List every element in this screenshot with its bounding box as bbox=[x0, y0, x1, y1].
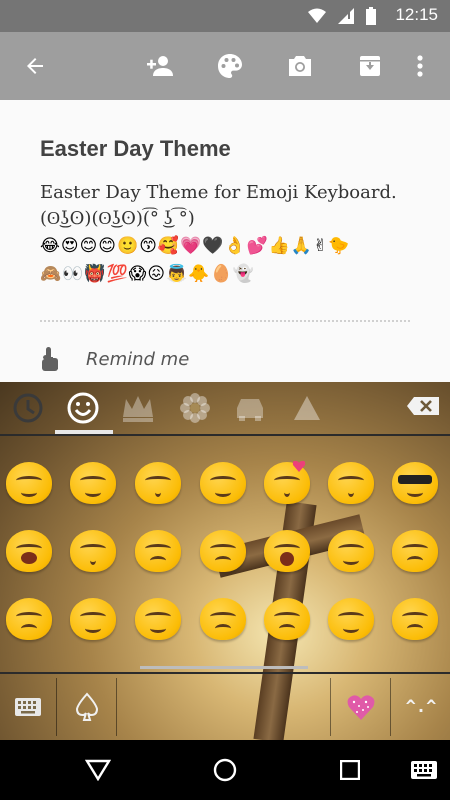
emoticon-toggle-button[interactable]: ^.^ bbox=[392, 678, 450, 736]
touch-hand-icon bbox=[42, 347, 58, 371]
emoji-screaming[interactable] bbox=[264, 530, 312, 574]
emoji-pouting[interactable] bbox=[200, 598, 248, 642]
add-person-icon[interactable] bbox=[140, 46, 180, 86]
status-bar: 12:15 bbox=[0, 0, 450, 32]
smiley-icon[interactable] bbox=[63, 390, 103, 426]
emoji-bowing[interactable] bbox=[392, 598, 440, 642]
camera-icon[interactable] bbox=[280, 46, 320, 86]
car-icon[interactable] bbox=[230, 390, 270, 426]
wifi-icon bbox=[308, 8, 326, 23]
status-icons bbox=[308, 7, 376, 25]
signal-icon bbox=[338, 8, 354, 24]
emoji-persevering[interactable] bbox=[6, 598, 54, 642]
emoji-raised-hand[interactable] bbox=[70, 598, 118, 642]
emoji-squint-laugh[interactable] bbox=[6, 462, 54, 506]
space-bar[interactable] bbox=[118, 678, 331, 736]
remind-me-button[interactable]: Remind me bbox=[40, 340, 189, 378]
page-scroll-indicator bbox=[140, 666, 308, 669]
keyboard-bottom-row: ^.^ bbox=[0, 672, 450, 740]
emoji-kissing-heart[interactable] bbox=[264, 460, 312, 506]
description-text: Easter Day Theme for Emoji Keyboard. bbox=[40, 182, 397, 203]
flower-icon[interactable] bbox=[175, 390, 215, 426]
backspace-icon[interactable] bbox=[406, 396, 440, 420]
emoji-sweat[interactable] bbox=[392, 530, 440, 574]
battery-icon bbox=[366, 7, 376, 25]
recent-clock-icon[interactable] bbox=[8, 390, 48, 426]
emoji-crying-open-mouth[interactable] bbox=[6, 530, 54, 574]
emoji-sunglasses[interactable] bbox=[392, 462, 440, 506]
palette-icon[interactable] bbox=[210, 46, 250, 86]
post-title: Easter Day Theme bbox=[40, 136, 231, 161]
home-nav-icon[interactable] bbox=[207, 752, 243, 788]
heart-sticker-icon[interactable] bbox=[332, 678, 391, 736]
emoji-line-1: 😂😍😊😊🙂😙🥰💗🖤👌💕👍🙏✌🐤 bbox=[40, 236, 351, 256]
emoji-smirk[interactable] bbox=[328, 530, 376, 574]
emoji-hands-up[interactable] bbox=[135, 598, 183, 642]
emoji-kissing-face[interactable] bbox=[70, 530, 118, 574]
navigation-bar bbox=[0, 740, 450, 800]
post-content: Easter Day Theme Easter Day Theme for Em… bbox=[0, 100, 450, 382]
triangle-icon[interactable] bbox=[287, 390, 327, 426]
emoji-wink-tongue[interactable] bbox=[70, 462, 118, 506]
more-vert-icon[interactable] bbox=[400, 46, 440, 86]
emoji-crossed-arms[interactable] bbox=[264, 598, 312, 642]
emoji-ok-gesture[interactable] bbox=[328, 598, 376, 642]
category-bar bbox=[0, 382, 450, 436]
clock: 12:15 bbox=[395, 5, 438, 24]
spade-icon[interactable] bbox=[58, 678, 117, 736]
divider bbox=[40, 320, 410, 322]
recents-nav-icon[interactable] bbox=[332, 752, 368, 788]
post-description: Easter Day Theme for Emoji Keyboard. (ʘ͜… bbox=[40, 180, 430, 232]
toolbar bbox=[0, 32, 450, 100]
emoji-keyboard: ^.^ bbox=[0, 382, 450, 740]
remind-me-label: Remind me bbox=[86, 348, 190, 370]
emoji-kissing[interactable] bbox=[135, 462, 183, 506]
emoji-disappointed[interactable] bbox=[200, 530, 248, 574]
emoji-kissing-blush[interactable] bbox=[328, 462, 376, 506]
selected-category-indicator bbox=[55, 430, 113, 434]
keyboard-icon[interactable] bbox=[0, 678, 57, 736]
emoji-line-2: 🙈👀👹💯😱😖👼🐥🥚👻 bbox=[40, 264, 255, 284]
crown-icon[interactable] bbox=[118, 390, 158, 426]
emoji-grin-sweat[interactable] bbox=[200, 462, 248, 506]
keyboard-switch-icon[interactable] bbox=[406, 752, 442, 788]
emoticon-toggle-label: ^.^ bbox=[405, 697, 437, 717]
kaomoji-text: (ʘ͜ʖʘ)(ʘ͜ʖʘ)(͡° ͜ʖ ͡°) bbox=[40, 208, 195, 229]
back-nav-icon[interactable] bbox=[80, 752, 116, 788]
archive-icon[interactable] bbox=[350, 46, 390, 86]
emoji-confounded[interactable] bbox=[135, 530, 183, 574]
back-arrow-icon[interactable] bbox=[15, 46, 55, 86]
